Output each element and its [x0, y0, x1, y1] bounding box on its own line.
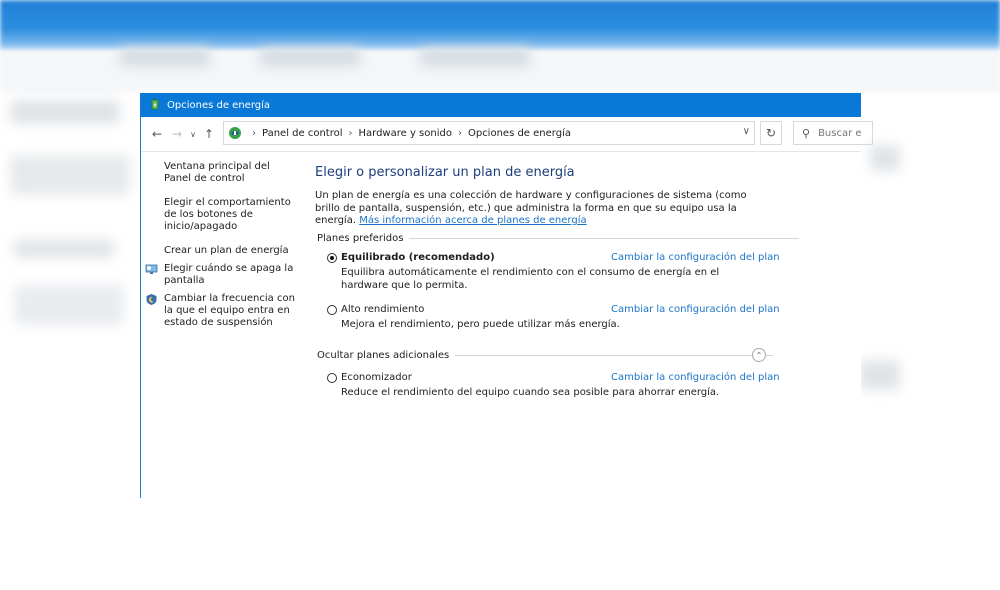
- page-title: Elegir o personalizar un plan de energía: [315, 165, 575, 180]
- plan-name[interactable]: Equilibrado (recomendado): [341, 252, 495, 263]
- window-title: Opciones de energía: [167, 99, 271, 111]
- control-panel-icon: [229, 127, 241, 139]
- power-options-window: Opciones de energía ← → ∨ ↑ › Panel de c…: [140, 93, 873, 498]
- blurred-background-element: [10, 100, 120, 124]
- breadcrumb-power-options[interactable]: Opciones de energía: [468, 128, 571, 139]
- display-icon: [145, 264, 158, 274]
- blurred-background-element: [14, 240, 114, 258]
- title-bar[interactable]: Opciones de energía: [141, 93, 861, 117]
- plan-radio-balanced[interactable]: [327, 253, 337, 263]
- sidebar-item-create-plan[interactable]: Crear un plan de energía: [164, 245, 299, 257]
- section-title: Planes preferidos: [317, 233, 404, 244]
- blurred-background-element: [120, 48, 210, 66]
- blurred-background-element: [10, 155, 130, 195]
- sidebar-item-control-panel-home[interactable]: Ventana principal del Panel de control: [164, 161, 299, 185]
- breadcrumb-separator: ›: [252, 127, 256, 139]
- plan-description: Equilibra automáticamente el rendimiento…: [341, 267, 720, 291]
- change-plan-settings-link-high-performance[interactable]: Cambiar la configuración del plan: [611, 304, 780, 315]
- blurred-background-element: [14, 285, 124, 325]
- breadcrumb-separator: ›: [457, 127, 462, 139]
- sidebar-item-power-buttons[interactable]: Elegir el comportamiento de los botones …: [164, 197, 299, 233]
- arrow-left-icon[interactable]: ←: [147, 127, 167, 141]
- change-plan-settings-link-power-saver[interactable]: Cambiar la configuración del plan: [611, 372, 780, 383]
- search-input[interactable]: ⚲ Buscar e: [793, 121, 873, 145]
- page-description: Un plan de energía es una colección de h…: [315, 190, 770, 228]
- plan-radio-high-performance[interactable]: [327, 305, 337, 315]
- address-bar[interactable]: › Panel de control › Hardware y sonido ›…: [223, 121, 755, 145]
- section-divider: [455, 355, 774, 356]
- breadcrumb-control-panel[interactable]: Panel de control: [262, 128, 343, 139]
- blurred-background-element: [420, 48, 530, 66]
- search-icon: ⚲: [802, 126, 811, 140]
- sidebar-item-display-off[interactable]: Elegir cuándo se apaga la pantalla: [145, 263, 299, 287]
- chevron-down-icon[interactable]: ∨: [187, 130, 199, 139]
- arrow-right-icon[interactable]: →: [167, 127, 187, 141]
- breadcrumb-separator: ›: [348, 127, 353, 139]
- plan-description: Reduce el rendimiento del equipo cuando …: [341, 387, 720, 398]
- sidebar-item-label: Elegir cuándo se apaga la pantalla: [164, 263, 294, 286]
- moon-shield-icon: [146, 294, 157, 305]
- navigation-bar: ← → ∨ ↑ › Panel de control › Hardware y …: [141, 117, 873, 152]
- plan-name[interactable]: Economizador: [341, 372, 412, 383]
- sidebar-item-sleep-frequency[interactable]: Cambiar la frecuencia con la que el equi…: [146, 293, 299, 329]
- blurred-background-element: [860, 360, 900, 390]
- arrow-up-icon[interactable]: ↑: [199, 127, 219, 141]
- more-info-link[interactable]: Más información acerca de planes de ener…: [359, 215, 586, 226]
- refresh-icon[interactable]: ↻: [760, 121, 782, 145]
- chevron-down-icon[interactable]: ∨: [743, 126, 750, 137]
- power-options-icon: [151, 99, 159, 110]
- plan-description: Mejora el rendimiento, pero puede utiliz…: [341, 319, 620, 330]
- section-divider: [409, 238, 800, 239]
- breadcrumb-hardware-sound[interactable]: Hardware y sonido: [359, 128, 452, 139]
- section-title[interactable]: Ocultar planes adicionales: [317, 350, 449, 361]
- blurred-background-element: [260, 48, 360, 66]
- left-task-pane: Ventana principal del Panel de control E…: [145, 161, 299, 341]
- plan-radio-power-saver[interactable]: [327, 373, 337, 383]
- change-plan-settings-link-balanced[interactable]: Cambiar la configuración del plan: [611, 252, 780, 263]
- collapse-chevron-icon[interactable]: ⌃: [752, 348, 766, 362]
- main-content: Elegir o personalizar un plan de energía…: [315, 165, 765, 228]
- search-placeholder: Buscar e: [818, 127, 862, 139]
- blurred-background-element: [870, 145, 900, 171]
- sidebar-item-label: Cambiar la frecuencia con la que el equi…: [164, 293, 295, 328]
- preferred-plans-section: Planes preferidos: [317, 233, 800, 244]
- additional-plans-section: Ocultar planes adicionales: [317, 350, 774, 361]
- plan-name[interactable]: Alto rendimiento: [341, 304, 424, 315]
- blurred-background-header: [0, 0, 1000, 52]
